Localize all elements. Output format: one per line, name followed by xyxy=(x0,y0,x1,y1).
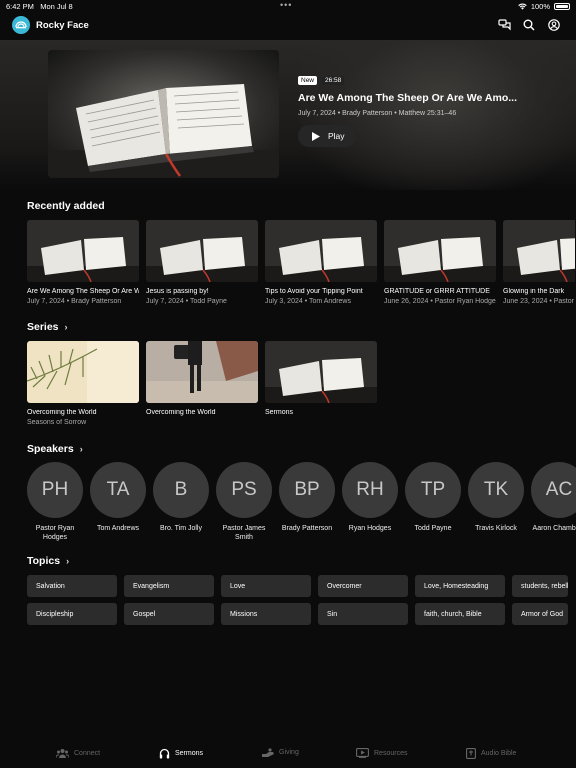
hero-info: New 26:58 Are We Among The Sheep Or Are … xyxy=(298,76,568,147)
app-header: Rocky Face xyxy=(0,12,576,40)
avatar: TK xyxy=(468,462,524,518)
tab-audio-bible[interactable]: Audio Bible xyxy=(466,748,516,759)
topic-chip[interactable]: students, rebellion xyxy=(512,575,568,597)
speaker-item[interactable]: ACAaron Chambers xyxy=(531,462,576,542)
topic-chip[interactable]: Love, Homesteading xyxy=(415,575,505,597)
topics-row-2: Discipleship Gospel Missions Sin faith, … xyxy=(27,603,568,625)
speaker-item[interactable]: TP Todd Payne xyxy=(405,462,461,542)
chat-icon[interactable] xyxy=(496,17,512,33)
hero-thumbnail[interactable] xyxy=(48,50,279,178)
topic-chip[interactable]: Love xyxy=(221,575,311,597)
headphones-icon xyxy=(159,748,170,759)
battery-percent: 100% xyxy=(530,2,550,11)
series-card[interactable]: Overcoming the World Seasons of Sorrow xyxy=(27,341,139,426)
recent-row: Are We Among The Sheep Or Are We Among J… xyxy=(27,220,575,305)
giving-icon xyxy=(262,748,274,757)
play-button[interactable]: Play xyxy=(298,125,356,147)
series-thumbnail-walker xyxy=(146,341,258,403)
avatar: B xyxy=(153,462,209,518)
chevron-right-icon: › xyxy=(66,556,70,566)
sermon-thumbnail xyxy=(146,220,258,282)
topic-chip[interactable]: Discipleship xyxy=(27,603,117,625)
recent-card[interactable]: Are We Among The Sheep Or Are We Among J… xyxy=(27,220,139,305)
avatar: PS xyxy=(216,462,272,518)
topic-chip[interactable]: Overcomer xyxy=(318,575,408,597)
series-row: Overcoming the World Seasons of Sorrow O… xyxy=(27,341,377,426)
tab-giving[interactable]: Giving xyxy=(262,748,299,757)
status-bar: 6:42 PM Mon Jul 8 ••• 100% xyxy=(0,0,576,12)
bible-image xyxy=(48,50,279,178)
series-card[interactable]: Overcoming the World xyxy=(146,341,258,426)
series-heading[interactable]: Series › xyxy=(27,321,68,333)
sermon-thumbnail xyxy=(265,220,377,282)
sermon-thumbnail xyxy=(503,220,575,282)
speaker-item[interactable]: RH Ryan Hodges xyxy=(342,462,398,542)
resources-icon xyxy=(356,748,369,758)
recent-card[interactable]: Tips to Avoid your Tipping Point July 3,… xyxy=(265,220,377,305)
recent-card[interactable]: GRATITUDE or GRRR ATTITUDE June 26, 2024… xyxy=(384,220,496,305)
series-card[interactable]: Sermons xyxy=(265,341,377,426)
topic-chip[interactable]: Salvation xyxy=(27,575,117,597)
avatar: RH xyxy=(342,462,398,518)
avatar: BP xyxy=(279,462,335,518)
series-thumbnail-bible xyxy=(265,341,377,403)
sermon-thumbnail xyxy=(384,220,496,282)
speaker-item[interactable]: TA Tom Andrews xyxy=(90,462,146,542)
avatar: PH xyxy=(27,462,83,518)
bible-icon xyxy=(466,748,476,759)
search-icon[interactable] xyxy=(521,17,537,33)
avatar: TP xyxy=(405,462,461,518)
duration-badge: 26:58 xyxy=(322,76,345,85)
people-icon xyxy=(56,749,69,758)
hero-meta: July 7, 2024 • Brady Patterson • Matthew… xyxy=(298,110,457,117)
multitask-dots[interactable]: ••• xyxy=(280,0,292,10)
tab-resources[interactable]: Resources xyxy=(356,748,407,758)
recent-card[interactable]: Glowing in the Dark June 23, 2024 • Past… xyxy=(503,220,575,305)
topic-chip[interactable]: Missions xyxy=(221,603,311,625)
status-right: 100% xyxy=(518,2,570,11)
recently-added-heading: Recently added xyxy=(27,200,105,212)
status-time: 6:42 PM Mon Jul 8 xyxy=(6,2,73,11)
speaker-item[interactable]: BP Brady Patterson xyxy=(279,462,335,542)
account-icon[interactable] xyxy=(546,17,562,33)
play-icon xyxy=(312,131,320,141)
chevron-right-icon: › xyxy=(64,322,68,332)
speakers-row: PH Pastor Ryan Hodges TA Tom Andrews B Bro.… xyxy=(27,462,576,542)
new-badge: New xyxy=(298,76,318,85)
topic-chip[interactable]: Gospel xyxy=(124,603,214,625)
avatar: TA xyxy=(90,462,146,518)
recent-card[interactable]: Jesus is passing by! July 7, 2024 • Todd… xyxy=(146,220,258,305)
speaker-item[interactable]: B Bro. Tim Jolly xyxy=(153,462,209,542)
topic-chip[interactable]: Sin xyxy=(318,603,408,625)
speaker-item[interactable]: TK Travis Kirlock xyxy=(468,462,524,542)
topic-chip[interactable]: Evangelism xyxy=(124,575,214,597)
battery-icon xyxy=(554,3,570,10)
series-thumbnail-leaves xyxy=(27,341,139,403)
hero-title[interactable]: Are We Among The Sheep Or Are We Amo... xyxy=(298,92,568,104)
sermon-thumbnail xyxy=(27,220,139,282)
topic-chip[interactable]: faith, church, Bible xyxy=(415,603,505,625)
wifi-icon xyxy=(518,3,527,10)
tab-connect[interactable]: Connect xyxy=(56,748,100,758)
topics-row-1: Salvation Evangelism Love Overcomer Love… xyxy=(27,575,568,597)
tab-bar: Connect Sermons Giving Resources Audio B… xyxy=(0,740,576,768)
tab-sermons[interactable]: Sermons xyxy=(159,748,203,759)
church-logo-icon[interactable] xyxy=(12,16,30,34)
speakers-heading[interactable]: Speakers › xyxy=(27,443,83,455)
chevron-right-icon: › xyxy=(79,444,83,454)
play-label: Play xyxy=(328,131,345,141)
avatar: AC xyxy=(531,462,576,518)
app-title: Rocky Face xyxy=(36,20,89,31)
topics-heading[interactable]: Topics › xyxy=(27,555,69,567)
speaker-item[interactable]: PS Pastor James Smith xyxy=(216,462,272,542)
topic-chip[interactable]: Armor of God xyxy=(512,603,568,625)
speaker-item[interactable]: PH Pastor Ryan Hodges xyxy=(27,462,83,542)
